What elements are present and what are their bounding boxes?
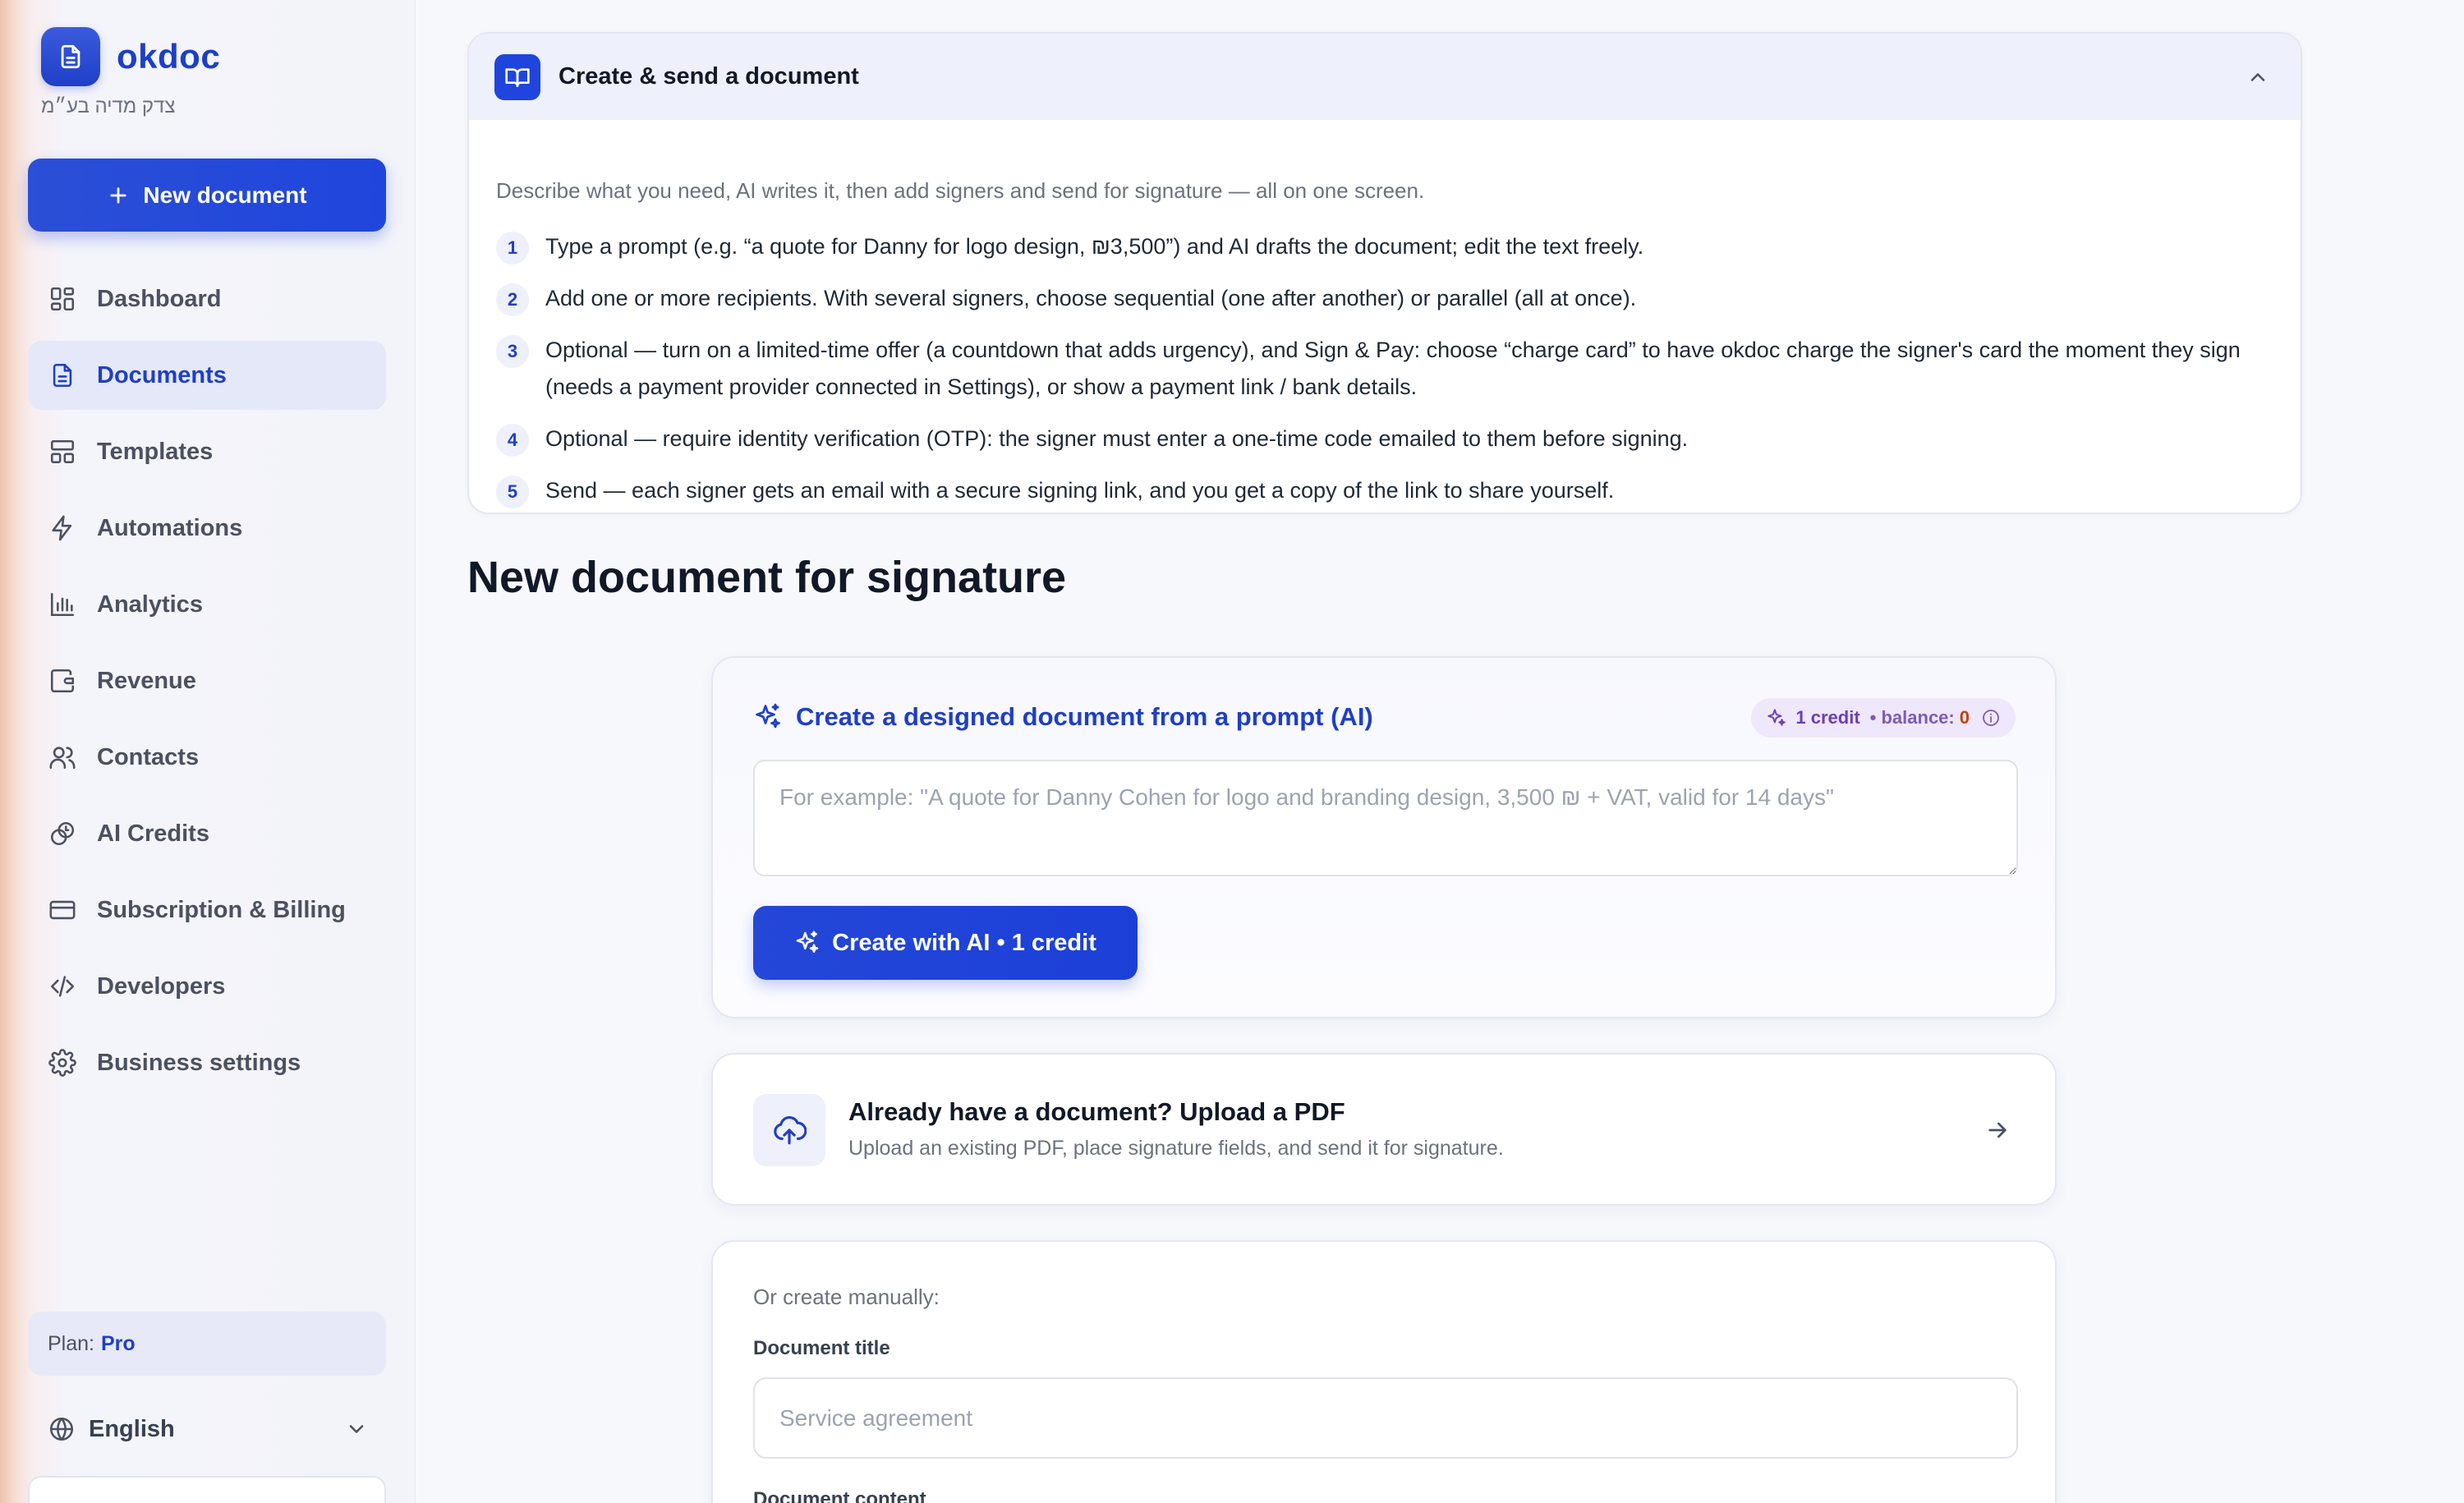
sidebar-item-developers[interactable]: Developers <box>28 952 386 1021</box>
credit-card-icon <box>48 895 77 925</box>
lightning-icon <box>48 513 77 543</box>
ai-card-title-text: Create a designed document from a prompt… <box>796 702 1373 731</box>
document-title-label: Document title <box>753 1337 890 1359</box>
sidebar-item-label: Business settings <box>97 1049 301 1076</box>
sparkles-icon <box>1766 707 1787 729</box>
arrow-right-icon <box>1984 1117 2011 1143</box>
manual-intro: Or create manually: <box>753 1285 940 1309</box>
guide-step: 4 Optional — require identity verificati… <box>496 423 2278 457</box>
sidebar-item-revenue[interactable]: Revenue <box>28 646 386 715</box>
sidebar-item-business-settings[interactable]: Business settings <box>28 1028 386 1097</box>
document-title-input[interactable] <box>753 1377 2018 1459</box>
guide-step: 2 Add one or more recipients. With sever… <box>496 283 2278 317</box>
credit-badge: 1 credit • balance: 0 <box>1751 698 2016 738</box>
plus-icon <box>107 184 130 207</box>
sidebar-item-subscription[interactable]: Subscription & Billing <box>28 876 386 945</box>
guide-description: Describe what you need, AI writes it, th… <box>496 178 1425 203</box>
templates-icon <box>48 437 77 467</box>
document-content-label: Document content <box>753 1488 926 1503</box>
upload-title: Already have a document? Upload a PDF <box>848 1097 1345 1126</box>
chevron-up-icon[interactable] <box>2241 61 2274 94</box>
plan-badge[interactable]: Plan: Pro <box>28 1312 386 1376</box>
guide-step: 1 Type a prompt (e.g. “a quote for Danny… <box>496 231 2278 265</box>
sparkles-icon <box>794 930 821 956</box>
sidebar-item-label: Revenue <box>97 667 196 694</box>
sidebar-item-dashboard[interactable]: Dashboard <box>28 264 386 333</box>
upload-cloud-icon <box>753 1094 825 1166</box>
brand[interactable]: okdoc <box>41 27 220 86</box>
app-name: okdoc <box>117 37 221 76</box>
chevron-down-icon <box>345 1418 368 1441</box>
step-number: 4 <box>496 424 529 457</box>
guide-step: 5 Send — each signer gets an email with … <box>496 475 2278 509</box>
code-icon <box>48 972 77 1001</box>
step-text: Add one or more recipients. With several… <box>545 286 1637 310</box>
ai-prompt-input[interactable] <box>753 760 2018 876</box>
create-with-ai-button[interactable]: Create with AI • 1 credit <box>753 906 1138 980</box>
manual-create-card: Or create manually: Document title Docum… <box>711 1240 2057 1503</box>
globe-icon <box>48 1415 76 1443</box>
ai-create-card: Create a designed document from a prompt… <box>711 656 2057 1018</box>
sidebar-item-automations[interactable]: Automations <box>28 494 386 563</box>
new-document-label: New document <box>143 182 307 208</box>
bar-chart-icon <box>48 590 77 619</box>
step-number: 5 <box>496 476 529 508</box>
dashboard-icon <box>48 284 77 314</box>
sidebar-item-label: Automations <box>97 514 243 541</box>
step-number: 3 <box>496 335 529 368</box>
sidebar-item-label: Dashboard <box>97 285 222 312</box>
step-text: Send — each signer gets an email with a … <box>545 478 1615 503</box>
sidebar-item-contacts[interactable]: Contacts <box>28 723 386 792</box>
sidebar-item-label: Templates <box>97 438 214 465</box>
balance-value: 0 <box>1959 707 1970 728</box>
language-label: English <box>89 1415 175 1442</box>
step-number: 1 <box>496 232 529 264</box>
sidebar-item-ai-credits[interactable]: AI Credits <box>28 799 386 868</box>
balance-label: • balance: <box>1869 707 1955 728</box>
guide-step: 3 Optional — turn on a limited-time offe… <box>496 334 2278 406</box>
sidebar-item-templates[interactable]: Templates <box>28 417 386 486</box>
step-text: Optional — turn on a limited-time offer … <box>545 338 2241 399</box>
guide-panel: Create & send a document Describe what y… <box>467 32 2302 514</box>
wallet-icon <box>48 666 77 696</box>
guide-title: Create & send a document <box>559 63 859 90</box>
credit-amount: 1 credit <box>1795 707 1860 728</box>
book-icon <box>494 53 540 100</box>
users-icon <box>48 742 77 772</box>
page-title: New document for signature <box>467 553 1067 602</box>
sidebar-nav: Dashboard Documents Templates Automation… <box>28 264 386 1105</box>
sidebar-item-label: Documents <box>97 361 227 388</box>
credits-icon <box>48 819 77 848</box>
document-icon <box>48 361 77 390</box>
business-name: צדק מדיה בע״מ <box>41 95 176 117</box>
step-text: Type a prompt (e.g. “a quote for Danny f… <box>545 234 1644 259</box>
language-selector[interactable]: English <box>48 1411 368 1447</box>
upload-subtitle: Upload an existing PDF, place signature … <box>848 1137 1504 1160</box>
sidebar-item-label: Analytics <box>97 591 203 618</box>
step-number: 2 <box>496 283 529 316</box>
plan-label: Plan: <box>48 1331 94 1355</box>
sidebar-item-label: Developers <box>97 972 226 1000</box>
sidebar-item-label: Subscription & Billing <box>97 896 346 923</box>
plan-value: Pro <box>100 1331 136 1355</box>
sidebar-bottom-card[interactable] <box>28 1476 386 1503</box>
sparkles-icon <box>753 702 783 732</box>
guide-header[interactable]: Create & send a document <box>469 34 2301 120</box>
sidebar-item-label: Contacts <box>97 743 200 770</box>
create-with-ai-label: Create with AI • 1 credit <box>832 929 1096 956</box>
step-text: Optional — require identity verification… <box>545 426 1689 451</box>
ai-card-title: Create a designed document from a prompt… <box>753 697 1373 737</box>
new-document-button[interactable]: New document <box>28 159 386 232</box>
sidebar-item-analytics[interactable]: Analytics <box>28 570 386 639</box>
sidebar-item-documents[interactable]: Documents <box>28 341 386 410</box>
sidebar: okdoc צדק מדיה בע״מ New document Dashboa… <box>0 0 416 1503</box>
upload-pdf-card[interactable]: Already have a document? Upload a PDF Up… <box>711 1053 2057 1206</box>
gear-icon <box>48 1048 77 1078</box>
sidebar-item-label: AI Credits <box>97 820 209 847</box>
guide-steps: 1 Type a prompt (e.g. “a quote for Danny… <box>496 231 2278 512</box>
main-content: Create & send a document Describe what y… <box>416 0 2464 1503</box>
document-icon <box>41 27 100 86</box>
info-icon[interactable] <box>1981 708 2001 728</box>
